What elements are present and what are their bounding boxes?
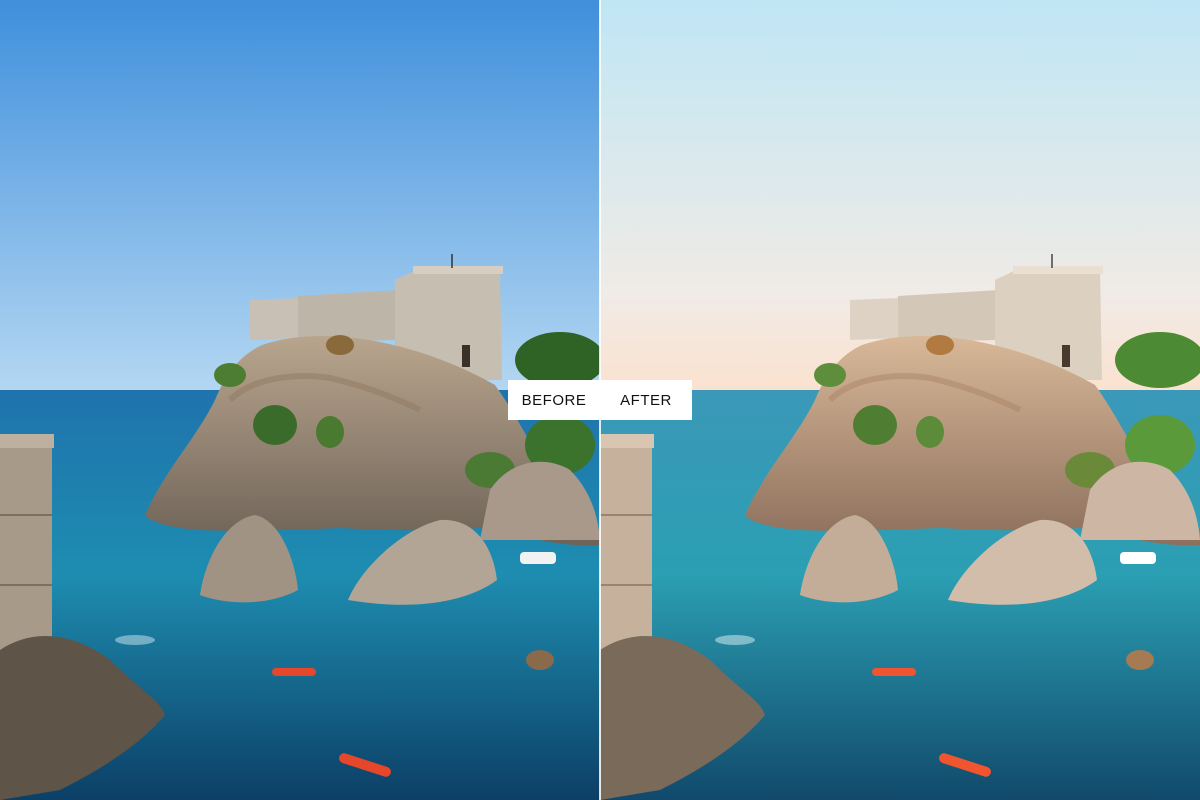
before-after-comparison: BEFORE AFTER — [0, 0, 1200, 800]
after-label: AFTER — [600, 380, 692, 420]
kayak-1 — [272, 668, 316, 676]
round-tower — [600, 434, 654, 650]
before-label: BEFORE — [508, 380, 600, 420]
motorboat — [520, 552, 556, 564]
kayak-1 — [872, 668, 916, 676]
round-tower — [0, 434, 54, 650]
motorboat — [1120, 552, 1156, 564]
